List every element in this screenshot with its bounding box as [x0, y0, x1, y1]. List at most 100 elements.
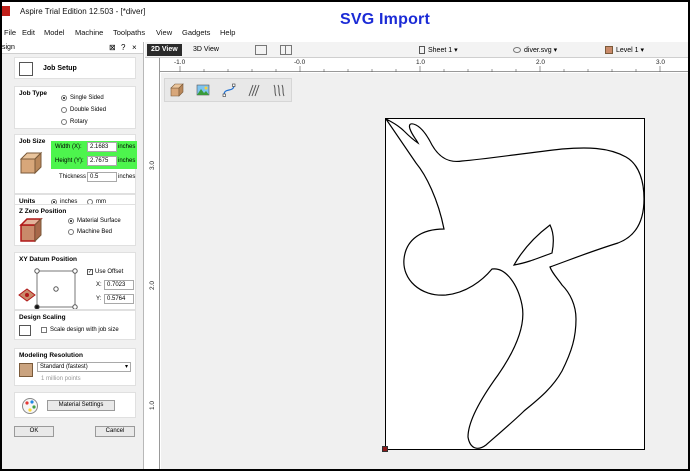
scale-design-label: Scale design with job size: [50, 327, 119, 333]
ruler-label: -0.0: [294, 59, 306, 66]
z-zero-section: Z Zero Position Material Surface Machine…: [14, 204, 136, 246]
job-type-title: Job Type: [19, 90, 48, 97]
radio-double-sided[interactable]: [61, 107, 67, 113]
chevron-down-icon: ▾: [124, 364, 128, 370]
radio-double-sided-label: Double Sided: [70, 107, 107, 113]
drawing-tool-strip: [164, 78, 292, 102]
file-selector-label: diver.svg: [524, 47, 552, 54]
radio-material-surface[interactable]: [68, 218, 74, 224]
x-offset-field[interactable]: 0.7023: [104, 280, 134, 290]
sheet-selector[interactable]: Sheet 1 ▾: [419, 46, 458, 55]
material-settings-button[interactable]: Material Settings: [47, 400, 115, 411]
ruler-label: 3.0: [149, 160, 156, 170]
z-zero-icon: [19, 217, 43, 243]
pin-icon[interactable]: ⊠: [109, 43, 116, 52]
close-icon[interactable]: ×: [132, 43, 137, 52]
menu-model[interactable]: Model: [44, 28, 64, 37]
vertical-ruler: 3.0 2.0 1.0: [147, 58, 160, 469]
use-offset-checkbox[interactable]: ✓: [87, 269, 93, 275]
layout-single-icon[interactable]: [255, 45, 267, 55]
cancel-button[interactable]: Cancel: [95, 426, 135, 437]
layout-split-icon[interactable]: [280, 45, 292, 55]
ruler-label: 2.0: [536, 59, 546, 66]
resolution-note: 1 million points: [41, 376, 81, 382]
material-block-icon: [19, 151, 43, 175]
job-setup-header: Job Setup: [14, 57, 136, 79]
resolution-select-value: Standard (fastest): [40, 364, 88, 370]
height-unit: inches: [118, 158, 136, 164]
ruler-label: 1.0: [416, 59, 426, 66]
level-selector-label: Level 1: [616, 47, 639, 54]
modeling-resolution-section: Modeling Resolution Standard (fastest) ▾…: [14, 348, 136, 386]
resolution-icon: [19, 363, 33, 377]
job-setup-icon: [19, 62, 33, 76]
height-label: Height (Y):: [55, 158, 84, 164]
thickness-field[interactable]: 0.5: [87, 172, 117, 182]
menu-view[interactable]: View: [156, 28, 172, 37]
level-selector[interactable]: Level 1 ▾: [605, 46, 644, 55]
radio-material-surface-label: Material Surface: [77, 218, 121, 224]
file-icon: [513, 47, 521, 54]
menu-machine[interactable]: Machine: [75, 28, 103, 37]
ruler-label: -1.0: [174, 59, 186, 66]
radio-machine-bed[interactable]: [68, 229, 74, 235]
window-title: Aspire Trial Edition 12.503 - [*diver]: [20, 7, 146, 16]
use-offset-label: Use Offset: [95, 269, 124, 275]
palette-icon: [22, 398, 38, 414]
material-tool-icon[interactable]: [170, 83, 184, 97]
panel-header-title: sign: [2, 44, 15, 51]
width-unit: inches: [118, 144, 136, 150]
xy-datum-section: XY Datum Position ✓ Use Offset X: 0.7023…: [14, 252, 136, 310]
level-icon: [605, 46, 613, 55]
fillet-tool-icon[interactable]: [247, 83, 261, 97]
title-bar: Aspire Trial Edition 12.503 - [*diver] S…: [2, 2, 688, 28]
layout-split-divider: [285, 45, 286, 55]
app-window: Aspire Trial Edition 12.503 - [*diver] S…: [0, 0, 690, 471]
view-tab-bar: 2D View 3D View Sheet 1 ▾ diver.svg ▾ Le…: [145, 42, 688, 58]
xy-datum-title: XY Datum Position: [19, 256, 78, 263]
radio-single-sided-label: Single Sided: [70, 95, 104, 101]
tab-2d-view[interactable]: 2D View: [147, 44, 182, 56]
radio-machine-bed-label: Machine Bed: [77, 229, 113, 235]
radio-rotary-label: Rotary: [70, 119, 88, 125]
menu-edit[interactable]: Edit: [22, 28, 35, 37]
datum-position-grid[interactable]: [17, 265, 85, 309]
panel-header: sign ⊠ ? ×: [2, 42, 143, 54]
ruler-label: 2.0: [149, 280, 156, 290]
app-icon: [2, 6, 10, 16]
ok-button[interactable]: OK: [14, 426, 54, 437]
thickness-label: Thickness: [59, 174, 87, 180]
design-scaling-title: Design Scaling: [19, 314, 66, 321]
radio-rotary[interactable]: [61, 119, 67, 125]
width-label: Width (X):: [55, 144, 82, 150]
y-offset-label: Y:: [96, 296, 102, 302]
file-selector[interactable]: diver.svg ▾: [513, 46, 557, 54]
y-offset-field[interactable]: 0.5764: [104, 294, 134, 304]
ruler-label: 1.0: [149, 400, 156, 410]
thickness-unit: inches: [118, 174, 136, 180]
menu-toolpaths[interactable]: Toolpaths: [113, 28, 145, 37]
z-zero-title: Z Zero Position: [19, 208, 67, 215]
job-type-section: Job Type Single Sided Double Sided Rotar…: [14, 86, 136, 129]
menu-gadgets[interactable]: Gadgets: [182, 28, 210, 37]
radio-single-sided[interactable]: [61, 95, 67, 101]
width-field[interactable]: 2.1683: [87, 142, 117, 152]
material-settings-section: Material Settings: [14, 392, 136, 418]
menu-help[interactable]: Help: [220, 28, 235, 37]
diver-vector-outline[interactable]: [386, 119, 644, 449]
job-setup-title: Job Setup: [43, 65, 77, 72]
tab-3d-view[interactable]: 3D View: [189, 44, 223, 56]
node-edit-icon[interactable]: [222, 83, 236, 97]
texture-tool-icon[interactable]: [272, 83, 286, 97]
ruler-label: 3.0: [656, 59, 666, 66]
job-setup-panel: sign ⊠ ? × Job Setup Job Type Single Sid…: [2, 42, 144, 469]
help-icon[interactable]: ?: [121, 43, 125, 52]
menu-file[interactable]: File: [4, 28, 16, 37]
x-offset-label: X:: [96, 282, 102, 288]
resolution-select[interactable]: Standard (fastest) ▾: [37, 362, 131, 372]
menu-bar: File Edit Model Machine Toolpaths View G…: [2, 26, 688, 40]
height-field[interactable]: 2.7675: [87, 156, 117, 166]
material-sheet[interactable]: [385, 118, 645, 450]
image-import-icon[interactable]: [196, 83, 210, 97]
scale-design-checkbox[interactable]: [41, 327, 47, 333]
